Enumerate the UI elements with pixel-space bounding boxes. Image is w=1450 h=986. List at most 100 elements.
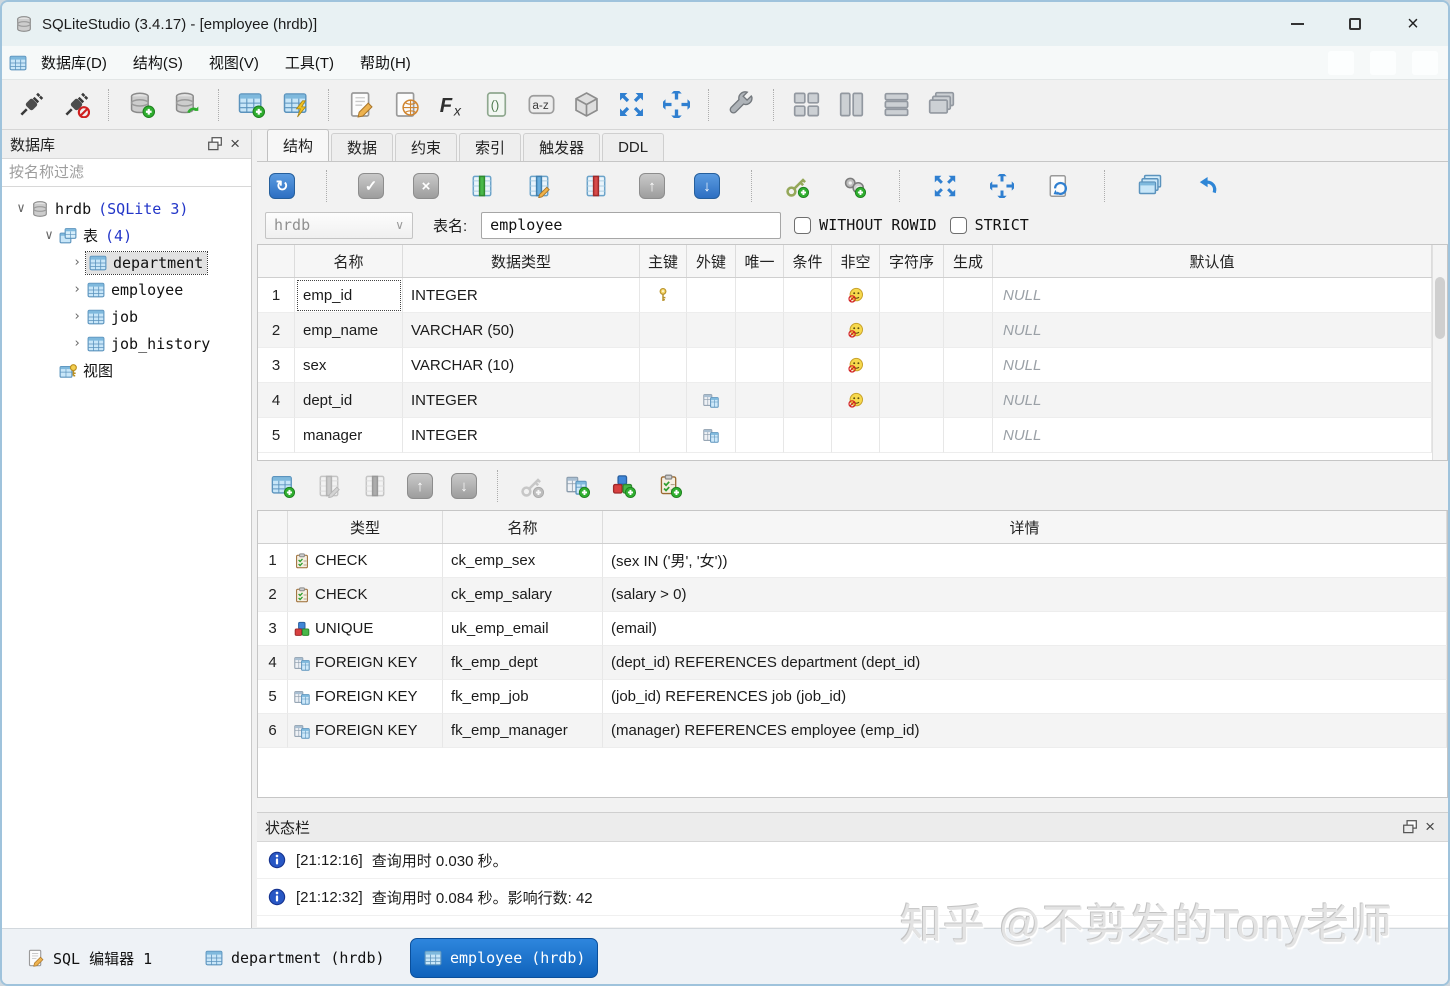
cell-pk[interactable] <box>640 313 687 348</box>
cell-check[interactable] <box>784 418 832 453</box>
cell-generated[interactable] <box>944 278 993 313</box>
move-constraint-down-icon[interactable]: ↓ <box>451 473 477 499</box>
cell-pk[interactable] <box>640 278 687 313</box>
cell-fk[interactable] <box>687 383 736 418</box>
taskbar-sql-editor-tab[interactable]: SQL 编辑器 1 <box>14 938 164 978</box>
cell-fk[interactable] <box>687 313 736 348</box>
cell-check[interactable] <box>784 348 832 383</box>
cell-default[interactable]: NULL <box>993 278 1432 313</box>
cell-datatype[interactable]: INTEGER <box>403 418 640 453</box>
sort-order-icon[interactable]: a-z <box>526 90 556 120</box>
add-unique-icon[interactable] <box>610 472 638 500</box>
row-number[interactable]: 6 <box>258 714 288 748</box>
undock-panel-icon[interactable] <box>1400 817 1420 837</box>
cell-notnull[interactable] <box>832 348 880 383</box>
export-icon[interactable] <box>661 90 691 120</box>
cell-name[interactable]: fk_emp_job <box>443 680 603 714</box>
header-datatype[interactable]: 数据类型 <box>403 245 640 277</box>
cell-type[interactable]: FOREIGN KEY <box>288 714 443 748</box>
header-unique[interactable]: 唯一 <box>736 245 784 277</box>
tile-horizontally-icon[interactable] <box>881 90 911 120</box>
menu-help[interactable]: 帮助(H) <box>347 48 424 77</box>
new-table-from-query-icon[interactable] <box>281 90 311 120</box>
taskbar-employee-tab[interactable]: employee (hrdb) <box>410 938 598 978</box>
header-generated[interactable]: 生成 <box>944 245 993 277</box>
import-icon[interactable] <box>616 90 646 120</box>
menu-tools[interactable]: 工具(T) <box>272 48 347 77</box>
cell-details[interactable]: (job_id) REFERENCES job (job_id) <box>603 680 1447 714</box>
export-table-icon[interactable] <box>988 172 1016 200</box>
cell-name[interactable]: fk_emp_manager <box>443 714 603 748</box>
cell-pk[interactable] <box>640 418 687 453</box>
cell-datatype[interactable]: INTEGER <box>403 278 640 313</box>
child-restore-button[interactable] <box>1370 51 1396 75</box>
cell-fk[interactable] <box>687 278 736 313</box>
extensions-icon[interactable] <box>571 90 601 120</box>
cell-column-name[interactable]: dept_id <box>295 383 403 418</box>
cell-details[interactable]: (email) <box>603 612 1447 646</box>
cell-pk[interactable] <box>640 348 687 383</box>
tree-item-tables[interactable]: ∨ 表 (4) <box>2 222 251 249</box>
cell-unique[interactable] <box>736 418 784 453</box>
commit-structure-icon[interactable]: ✓ <box>358 173 384 199</box>
cell-details[interactable]: (sex IN ('男', '女')) <box>603 544 1447 578</box>
row-number[interactable]: 3 <box>258 348 295 383</box>
cell-column-name[interactable]: sex <box>295 348 403 383</box>
cell-generated[interactable] <box>944 348 993 383</box>
tab-constraints[interactable]: 约束 <box>395 133 457 161</box>
disconnect-icon[interactable] <box>61 90 91 120</box>
tile-vertically-icon[interactable] <box>836 90 866 120</box>
header-details[interactable]: 详情 <box>603 511 1447 543</box>
without-rowid-checkbox[interactable] <box>794 217 811 234</box>
rollback-structure-icon[interactable]: × <box>413 173 439 199</box>
chevron-right-icon[interactable]: › <box>68 309 86 324</box>
cell-type[interactable]: CHECK <box>288 544 443 578</box>
add-primary-key-icon[interactable] <box>518 472 546 500</box>
close-button[interactable]: × <box>1384 2 1442 46</box>
header-fk[interactable]: 外键 <box>687 245 736 277</box>
cell-check[interactable] <box>784 278 832 313</box>
undock-panel-icon[interactable] <box>205 134 225 154</box>
add-column-icon[interactable] <box>468 172 496 200</box>
cell-collate[interactable] <box>880 383 944 418</box>
row-number[interactable]: 1 <box>258 544 288 578</box>
tree-item-department[interactable]: › department <box>2 249 251 276</box>
cell-name[interactable]: uk_emp_email <box>443 612 603 646</box>
cell-collate[interactable] <box>880 313 944 348</box>
row-number[interactable]: 2 <box>258 313 295 348</box>
row-number[interactable]: 4 <box>258 646 288 680</box>
create-similar-table-icon[interactable] <box>1136 172 1164 200</box>
cell-column-name[interactable]: manager <box>295 418 403 453</box>
open-sql-editor-icon[interactable] <box>346 90 376 120</box>
row-number[interactable]: 4 <box>258 383 295 418</box>
cell-datatype[interactable]: VARCHAR (10) <box>403 348 640 383</box>
cell-details[interactable]: (salary > 0) <box>603 578 1447 612</box>
taskbar-department-tab[interactable]: department (hrdb) <box>192 938 397 978</box>
cell-notnull[interactable] <box>832 383 880 418</box>
cell-notnull[interactable] <box>832 278 880 313</box>
strict-checkbox[interactable] <box>950 217 967 234</box>
chevron-down-icon[interactable]: ∨ <box>40 228 58 243</box>
cell-generated[interactable] <box>944 313 993 348</box>
edit-column-icon[interactable] <box>525 172 553 200</box>
cell-check[interactable] <box>784 383 832 418</box>
table-name-input[interactable] <box>481 212 781 239</box>
refresh-database-icon[interactable] <box>171 90 201 120</box>
tile-windows-icon[interactable] <box>791 90 821 120</box>
cell-unique[interactable] <box>736 383 784 418</box>
cell-collate[interactable] <box>880 418 944 453</box>
import-table-data-icon[interactable] <box>931 172 959 200</box>
cell-fk[interactable] <box>687 348 736 383</box>
header-collate[interactable]: 字符序 <box>880 245 944 277</box>
cell-column-name[interactable]: emp_name <box>295 313 403 348</box>
populate-table-icon[interactable] <box>1045 172 1073 200</box>
delete-constraint-icon[interactable] <box>361 472 389 500</box>
selected-tree-item[interactable]: department <box>86 252 207 274</box>
add-trigger-icon[interactable] <box>840 172 868 200</box>
close-panel-icon[interactable]: × <box>225 134 245 154</box>
cell-pk[interactable] <box>640 383 687 418</box>
header-type[interactable]: 类型 <box>288 511 443 543</box>
child-close-button[interactable] <box>1412 51 1438 75</box>
tab-ddl[interactable]: DDL <box>602 133 664 161</box>
cell-collate[interactable] <box>880 278 944 313</box>
